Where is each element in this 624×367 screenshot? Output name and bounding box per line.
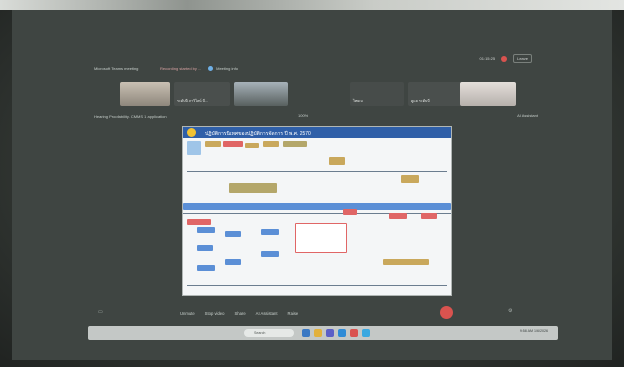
slide-block bbox=[187, 141, 201, 155]
system-tray[interactable]: 9:58 AM 1/6/2026 bbox=[520, 329, 548, 333]
app-icon[interactable] bbox=[314, 329, 322, 337]
slide-block bbox=[225, 259, 241, 265]
tray-date: 1/6/2026 bbox=[534, 329, 548, 333]
zoom-level[interactable]: 100% bbox=[298, 113, 308, 118]
slide-block bbox=[329, 157, 345, 165]
participant-name: ดูแล ระดับบี bbox=[411, 99, 430, 103]
participant-strip: ระดับปี ภาวิไลน์ บี... ไทยเบ ดูแล ระดับบ… bbox=[118, 82, 518, 108]
meeting-options-icon[interactable]: ▭ bbox=[98, 309, 103, 315]
slide-block bbox=[225, 231, 241, 237]
slide-block bbox=[197, 245, 213, 251]
slide-block bbox=[421, 213, 437, 219]
app-icon[interactable] bbox=[350, 329, 358, 337]
participant-name: ไทยเบ bbox=[353, 99, 363, 103]
slide-block bbox=[197, 227, 215, 233]
slide-block bbox=[261, 251, 279, 257]
participant-tile[interactable] bbox=[234, 82, 288, 106]
stop-video-button[interactable]: Stop video bbox=[205, 311, 225, 316]
end-call-button[interactable] bbox=[440, 306, 453, 319]
timeline-bar bbox=[183, 203, 451, 210]
slide-block bbox=[401, 175, 419, 183]
taskbar-search[interactable]: Search bbox=[244, 329, 294, 337]
windows-taskbar: Search 9:58 AM 1/6/2026 bbox=[88, 326, 558, 340]
unmute-button[interactable]: Unmute bbox=[180, 311, 195, 316]
highlight-box bbox=[295, 223, 347, 253]
slide-block bbox=[245, 143, 259, 148]
share-button[interactable]: Share bbox=[234, 311, 245, 316]
shared-slide: ปฏิบัติการนิเทศของปฏิบัติการจัดการ ปี พ.… bbox=[182, 126, 452, 296]
meeting-toolbar: Unmute Stop video Share AI Assistant Rai… bbox=[180, 306, 460, 320]
settings-icon[interactable]: ⚙ bbox=[508, 308, 512, 314]
participant-tile[interactable]: ระดับปี ภาวิไลน์ บี... bbox=[174, 82, 230, 106]
teams-icon[interactable] bbox=[326, 329, 334, 337]
slide-block bbox=[197, 265, 215, 271]
meeting-header: Microsoft Teams meeting Recording starte… bbox=[80, 54, 560, 80]
recording-note: Recording started by ... bbox=[160, 66, 202, 71]
slide-divider bbox=[187, 285, 447, 286]
header-right-controls: 01:15:25 Leave bbox=[480, 54, 532, 63]
slide-divider bbox=[187, 171, 447, 172]
meeting-info-label: Meeting info bbox=[216, 66, 238, 71]
slide-block bbox=[205, 141, 221, 147]
slide-header: ปฏิบัติการนิเทศของปฏิบัติการจัดการ ปี พ.… bbox=[183, 127, 451, 138]
taskbar-apps bbox=[302, 329, 370, 337]
slide-block bbox=[223, 141, 243, 147]
slide-divider bbox=[183, 213, 451, 214]
meeting-time: 01:15:25 bbox=[479, 56, 496, 61]
shared-content-title: Hearing Proofability. CMMS 1 application bbox=[94, 114, 167, 119]
slide-block bbox=[229, 183, 277, 193]
participant-tile[interactable] bbox=[460, 82, 516, 106]
app-icon[interactable] bbox=[362, 329, 370, 337]
ai-assistant-link[interactable]: AI Assistant bbox=[517, 113, 538, 118]
tray-time: 9:58 AM bbox=[519, 329, 533, 333]
top-edge bbox=[0, 0, 624, 10]
ai-assistant-button[interactable]: AI Assistant bbox=[256, 311, 278, 316]
participant-tile[interactable] bbox=[120, 82, 170, 106]
slide-block bbox=[187, 219, 211, 225]
app-icon[interactable] bbox=[302, 329, 310, 337]
meeting-title[interactable]: Microsoft Teams meeting bbox=[94, 66, 138, 71]
app-icon[interactable] bbox=[338, 329, 346, 337]
slide-block bbox=[389, 213, 407, 219]
slide-block bbox=[283, 141, 307, 147]
raise-hand-button[interactable]: Raise bbox=[288, 311, 299, 316]
logo-icon bbox=[187, 128, 196, 137]
slide-block bbox=[261, 229, 279, 235]
record-icon bbox=[501, 55, 508, 62]
participant-name: ระดับปี ภาวิไลน์ บี... bbox=[177, 99, 208, 103]
participant-tile[interactable]: ไทยเบ bbox=[350, 82, 404, 106]
slide-block bbox=[343, 209, 357, 215]
slide-block bbox=[383, 259, 429, 265]
leave-button[interactable]: Leave bbox=[513, 54, 532, 63]
info-icon bbox=[208, 66, 213, 72]
slide-block bbox=[263, 141, 279, 147]
meeting-info-link[interactable]: Meeting info bbox=[208, 66, 238, 72]
slide-title: ปฏิบัติการนิเทศของปฏิบัติการจัดการ ปี พ.… bbox=[205, 131, 311, 137]
content-share-bar: Hearing Proofability. CMMS 1 application… bbox=[80, 112, 560, 122]
participant-tile[interactable]: ดูแล ระดับบี bbox=[408, 82, 466, 106]
